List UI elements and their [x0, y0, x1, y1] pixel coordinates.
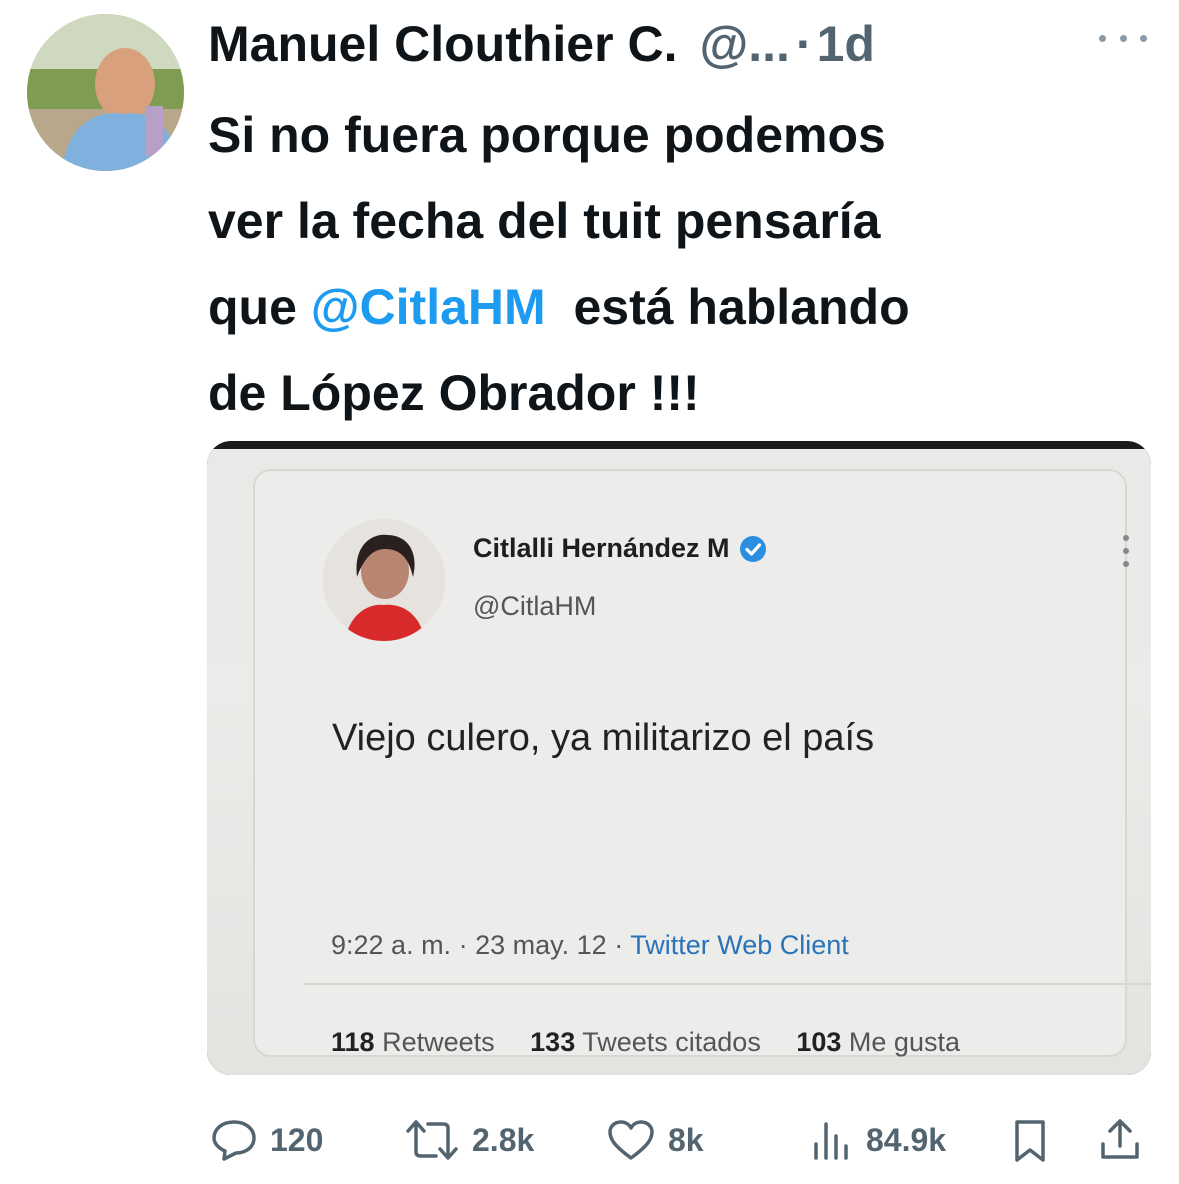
author-name[interactable]: Manuel Clouthier C. [208, 15, 677, 73]
embedded-avatar [323, 519, 445, 641]
separator-dot: · [795, 16, 813, 72]
embedded-divider [303, 983, 1151, 985]
reply-button[interactable]: 120 [210, 1118, 323, 1162]
share-icon [1101, 1119, 1139, 1159]
embedded-stat-quotes: 133 Tweets citados [530, 1027, 761, 1057]
analytics-icon [814, 1122, 848, 1160]
meta-dot: · [614, 930, 631, 960]
embedded-meta: 9:22 a. m. · 23 may. 12 · Twitter Web Cl… [331, 930, 849, 961]
retweet-button[interactable]: 2.8k [404, 1118, 534, 1162]
attached-image[interactable]: Citlalli Hernández M @CitlaHM Viejo cule… [207, 441, 1151, 1075]
reply-icon [212, 1120, 256, 1161]
retweet-count: 2.8k [472, 1121, 535, 1158]
meta-dot: · [458, 930, 476, 960]
embedded-time: 9:22 a. m. [331, 930, 452, 960]
tweet-text-line: que @CitlaHM está hablando [208, 264, 1158, 350]
embedded-tweet-text: Viejo culero, ya militarizo el país [332, 717, 875, 759]
embedded-stat-retweets: 118 Retweets [331, 1027, 495, 1057]
embedded-stat-likes: 103 Me gusta [796, 1027, 960, 1057]
tweet-text-fragment: que [208, 279, 311, 335]
more-options-icon[interactable] [1099, 26, 1147, 50]
views-button[interactable]: 84.9k [810, 1118, 946, 1162]
heart-icon [608, 1120, 654, 1160]
bookmark-button[interactable] [1012, 1118, 1048, 1164]
screenshot-photo: Citlalli Hernández M @CitlaHM Viejo cule… [207, 449, 1151, 1075]
like-count: 8k [668, 1121, 704, 1158]
tweet-time[interactable]: 1d [817, 15, 875, 73]
views-count: 84.9k [866, 1121, 947, 1158]
tweet-text: Si no fuera porque podemos ver la fecha … [208, 92, 1158, 436]
author-avatar[interactable] [27, 14, 184, 171]
avatar-photo [27, 14, 184, 171]
author-handle[interactable]: @... [699, 15, 789, 73]
embedded-tweet-card: Citlalli Hernández M @CitlaHM Viejo cule… [253, 469, 1151, 1058]
like-button[interactable]: 8k [606, 1118, 704, 1162]
embedded-name-text: Citlalli Hernández M [473, 533, 730, 563]
reply-count: 120 [270, 1121, 324, 1158]
tweet-text-line: Si no fuera porque podemos [208, 107, 886, 163]
embedded-author-name: Citlalli Hernández M [473, 533, 768, 564]
mention-link[interactable]: @CitlaHM [311, 279, 546, 335]
tweet-text-line: de López Obrador !!! [208, 365, 700, 421]
tweet-text-line: ver la fecha del tuit pensaría [208, 193, 881, 249]
share-button[interactable] [1098, 1116, 1142, 1162]
tweet-header: Manuel Clouthier C. @... · 1d [208, 14, 875, 74]
embedded-more-icon [1123, 535, 1131, 567]
verified-badge-icon [739, 535, 766, 562]
embedded-author-handle: @CitlaHM [473, 591, 597, 621]
bookmark-icon [1015, 1120, 1045, 1162]
embedded-date: 23 may. 12 [475, 930, 607, 960]
action-bar: 120 2.8k 8k 84.9k [0, 1110, 1179, 1170]
retweet-icon [406, 1120, 458, 1160]
tweet-text-fragment: está hablando [545, 279, 910, 335]
embedded-client: Twitter Web Client [630, 930, 849, 960]
embedded-stats: 118 Retweets 133 Tweets citados 103 Me g… [331, 1027, 988, 1058]
